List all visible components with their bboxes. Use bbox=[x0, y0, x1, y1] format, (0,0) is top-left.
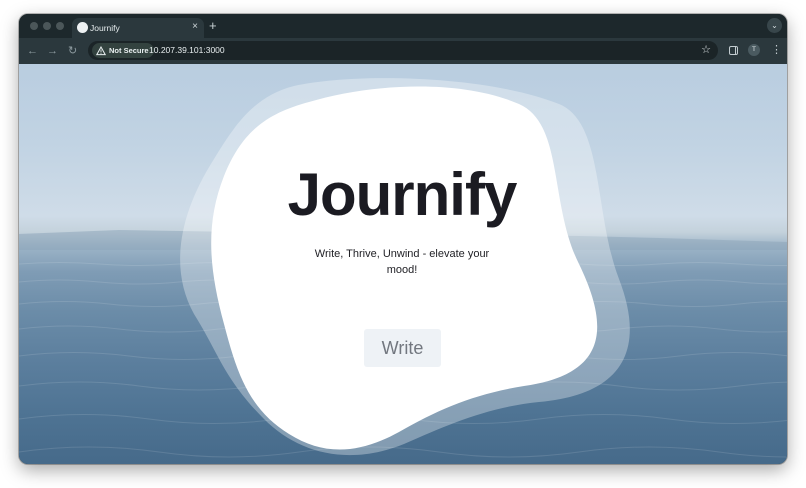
reload-icon[interactable]: ↻ bbox=[68, 43, 77, 59]
security-chip[interactable]: Not Secure bbox=[92, 43, 154, 58]
tab-close-icon[interactable]: × bbox=[192, 20, 198, 34]
browser-window: Journify × + ⌄ ← → ↻ Not Secure 10.207.3… bbox=[19, 14, 787, 464]
tab-title: Journify bbox=[90, 23, 120, 33]
write-button[interactable]: Write bbox=[364, 329, 441, 367]
minimize-window-dot[interactable] bbox=[43, 22, 51, 30]
side-panel-icon[interactable] bbox=[729, 46, 738, 55]
new-tab-button[interactable]: + bbox=[209, 18, 217, 34]
security-label: Not Secure bbox=[109, 46, 149, 55]
tab-strip: Journify × + ⌄ bbox=[19, 14, 787, 38]
bookmark-star-icon[interactable]: ☆ bbox=[701, 42, 711, 59]
tagline: Write, Thrive, Unwind - elevate your moo… bbox=[314, 248, 490, 276]
favicon-icon bbox=[77, 22, 88, 33]
app-logo: Journify bbox=[287, 161, 518, 228]
tab-journify[interactable]: Journify × bbox=[72, 18, 204, 38]
browser-toolbar: ← → ↻ Not Secure 10.207.39.101:3000 ☆ T … bbox=[19, 38, 787, 64]
warning-icon bbox=[96, 45, 106, 55]
menu-icon[interactable]: ⋮ bbox=[771, 42, 782, 58]
chevron-down-icon[interactable]: ⌄ bbox=[767, 18, 782, 33]
back-icon[interactable]: ← bbox=[27, 43, 38, 59]
url-text[interactable]: 10.207.39.101:3000 bbox=[149, 43, 225, 58]
profile-avatar[interactable]: T bbox=[748, 44, 760, 56]
zoom-window-dot[interactable] bbox=[56, 22, 64, 30]
address-bar[interactable]: Not Secure 10.207.39.101:3000 ☆ bbox=[88, 41, 718, 60]
forward-icon[interactable]: → bbox=[47, 43, 58, 59]
page-content: Journify Write, Thrive, Unwind - elevate… bbox=[19, 64, 787, 464]
close-window-dot[interactable] bbox=[30, 22, 38, 30]
